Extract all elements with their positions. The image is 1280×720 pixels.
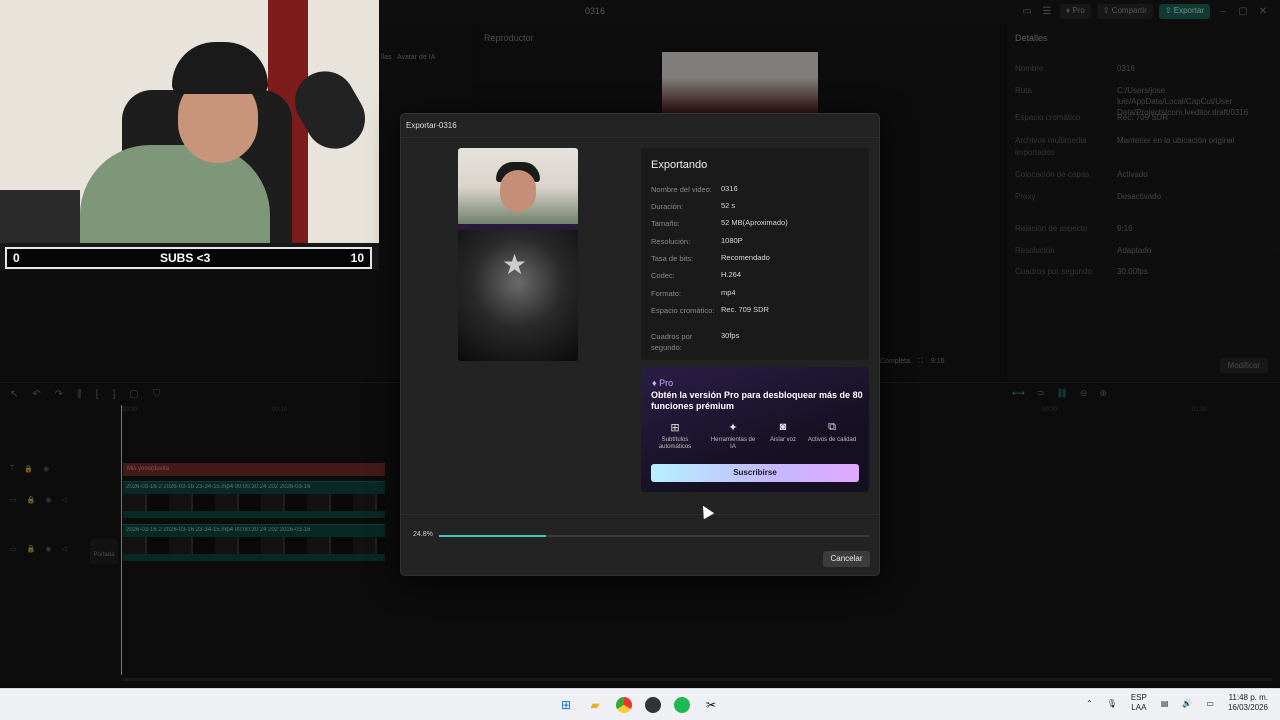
windows-start-icon[interactable]: ⊞ [556,695,576,715]
info-value: 52 MB(Aproximado) [721,218,788,227]
pro-feature-label: Subtítulos automáticos [658,437,692,450]
export-info: Exportando Nombre del video: 0316 Duració… [641,148,869,360]
pro-upsell: ♦ Pro Obtén la versión Pro para desbloqu… [641,367,869,492]
info-value: 0316 [721,184,738,193]
pro-feature: ◙ Aislar voz [758,421,808,444]
file-explorer-icon[interactable]: ▰ [585,695,605,715]
keyboard-layout: LAA [1131,703,1147,712]
clock-date: 16/03/2026 [1227,703,1268,712]
star-icon: ★ [502,249,528,280]
webcam-overlay [0,0,379,243]
pro-badge: ♦ Pro [652,378,673,388]
subs-goal: 10 [350,251,364,265]
spotify-icon[interactable] [672,695,692,715]
subs-start: 0 [13,251,20,265]
dialog-title: Exportar-0316 [406,121,457,130]
export-preview: ★ [458,148,578,361]
webcam-sofa [0,190,80,243]
clock[interactable]: 11:48 p. m. 16/03/2026 [1228,693,1268,713]
webcam-cap [172,42,268,94]
volume-icon[interactable]: 🔊 [1182,699,1192,708]
info-key: Tasa de bits: [651,254,694,263]
info-key: Codec: [651,271,675,280]
info-key: Tamaño: [651,219,680,228]
clock-time: 11:48 p. m. [1228,693,1268,702]
magic-wand-icon: ✦ [728,422,738,434]
language-code: ESP [1130,693,1147,702]
capcut-icon[interactable]: ✂ [701,695,721,715]
modal-backdrop [0,270,379,688]
subscribe-button[interactable]: Suscribirse [651,464,859,482]
export-dialog: Exportar-0316 ★ Exportando Nombre del vi… [400,113,880,576]
divider [401,137,879,138]
taskbar: ⊞ ▰ ✂ ⌃ 🎙 ESP LAA ▤ 🔊 ▭ 11:48 p. m. 16/0… [0,688,1280,720]
preview-face [500,170,536,212]
pro-feature: ⊞ Subtítulos automáticos [650,421,700,451]
chevron-up-icon[interactable]: ⌃ [1086,699,1093,708]
info-value: 52 s [721,201,736,210]
info-value: Rec. 709 SDR [721,305,769,314]
battery-icon[interactable]: ▭ [1206,699,1214,708]
chrome-icon[interactable] [614,695,634,715]
info-value: mp4 [721,288,736,297]
progress-bar [439,535,869,537]
info-value: 1080P [721,236,743,245]
pro-feature: ⧉ Activos de calidad [807,421,857,444]
obs-icon[interactable] [643,695,663,715]
pro-feature-label: Herramientas de IA [710,437,756,450]
cancel-button[interactable]: Cancelar [823,551,870,567]
divider [401,514,879,515]
grid-icon: ⊞ [670,422,680,434]
info-key: Formato: [651,289,682,298]
webcam-person-body [80,145,270,243]
system-tray: ⌃ 🎙 ESP LAA ▤ 🔊 ▭ 11:48 p. m. 16/03/2026 [1086,693,1268,713]
taskbar-apps: ⊞ ▰ ✂ [556,695,721,715]
info-key: Espacio cromático: [651,306,715,315]
info-key: Resolución: [651,237,691,246]
pro-feature-label: Activos de calidad [807,437,857,443]
pro-feature-label: Aislar voz [769,437,796,443]
language-indicator[interactable]: ESP LAA [1131,693,1147,713]
pro-badge-label: Pro [659,378,674,388]
subs-counter: 0 SUBS <3 10 [5,247,372,269]
export-status: Exportando [651,159,708,171]
progress-fill [439,535,546,537]
pro-headline: Obtén la versión Pro para desbloquear má… [651,390,863,411]
microphone-icon[interactable]: 🎙 [1107,699,1117,708]
info-value: 30fps [721,331,740,340]
voice-icon: ◙ [779,421,787,433]
network-icon[interactable]: ▤ [1161,699,1169,708]
info-key: Nombre del video: [651,185,712,194]
info-key: Cuadros por segundo: [651,332,693,352]
info-value: H.264 [721,270,742,279]
info-value: Recomendado [721,253,770,262]
pro-feature: ✦ Herramientas de IA [708,421,758,451]
subs-label: SUBS <3 [159,251,211,265]
asset-icon: ⧉ [828,421,836,433]
progress-percent: 24.8% [413,531,433,538]
info-key: Duración: [651,202,684,211]
